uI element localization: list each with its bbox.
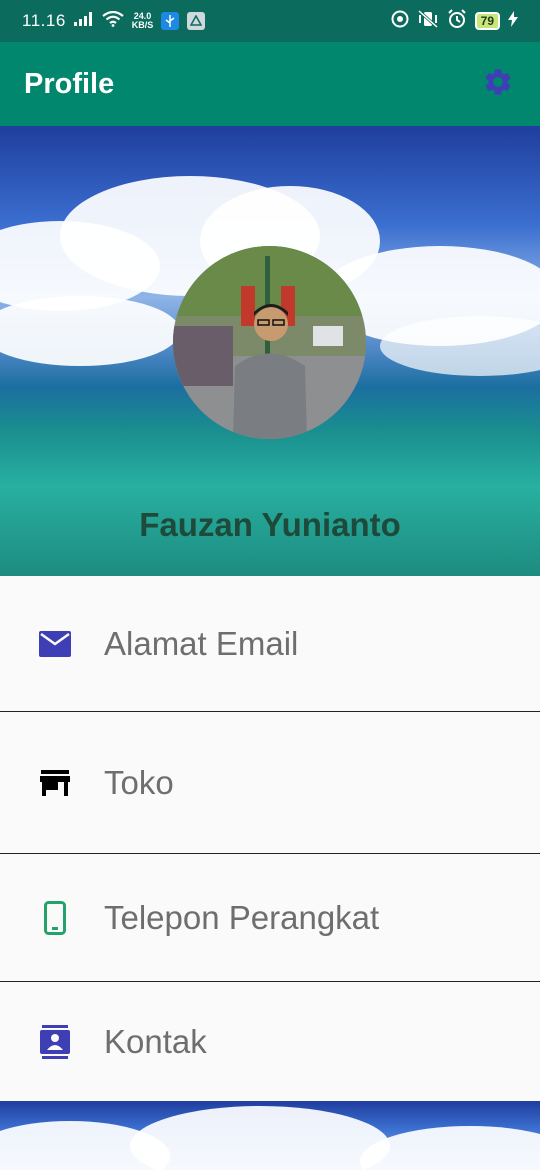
recycle-icon [187, 12, 206, 30]
cloud-shape [130, 1106, 390, 1170]
vibrate-off-icon [417, 9, 439, 33]
net-speed-unit: KB/S [131, 20, 154, 30]
menu-item-label: Toko [104, 763, 174, 801]
profile-name: Fauzan Yunianto [139, 506, 401, 543]
footer-banner [0, 1101, 540, 1170]
menu-item-toko[interactable]: Toko [0, 712, 540, 853]
status-left: 11.16 24.0 KB/S [22, 10, 206, 32]
menu-item-label: Alamat Email [104, 624, 299, 662]
contact-icon [38, 1024, 72, 1059]
avatar[interactable] [173, 246, 366, 439]
cloud-shape [0, 296, 180, 366]
app-bar: Profile [0, 42, 540, 126]
status-time: 11.16 [22, 11, 66, 30]
status-right: 79 [391, 8, 518, 34]
store-icon [38, 766, 72, 800]
profile-header-banner: Fauzan Yunianto [0, 126, 540, 576]
usb-icon [161, 12, 180, 30]
status-bar: 11.16 24.0 KB/S 79 [0, 0, 540, 42]
net-speed: 24.0 KB/S [132, 12, 154, 30]
phone-icon [38, 900, 72, 935]
battery-icon: 79 [474, 12, 500, 30]
mail-icon [38, 627, 72, 661]
nfc-icon [391, 10, 409, 33]
menu-item-phone[interactable]: Telepon Perangkat [0, 854, 540, 981]
menu-item-email[interactable]: Alamat Email [0, 576, 540, 711]
wifi-icon [102, 10, 124, 32]
profile-menu-list: Alamat Email Toko Telepon Perangkat Kont… [0, 576, 540, 1101]
cloud-shape [360, 1126, 540, 1170]
page-title: Profile [24, 67, 115, 100]
settings-button[interactable] [478, 64, 518, 104]
charging-icon [508, 10, 518, 32]
signal-icon [73, 11, 94, 31]
menu-item-label: Telepon Perangkat [104, 898, 380, 936]
alarm-icon [447, 8, 467, 34]
gear-icon [482, 66, 514, 103]
menu-item-kontak[interactable]: Kontak [0, 982, 540, 1101]
menu-item-label: Kontak [104, 1022, 207, 1060]
